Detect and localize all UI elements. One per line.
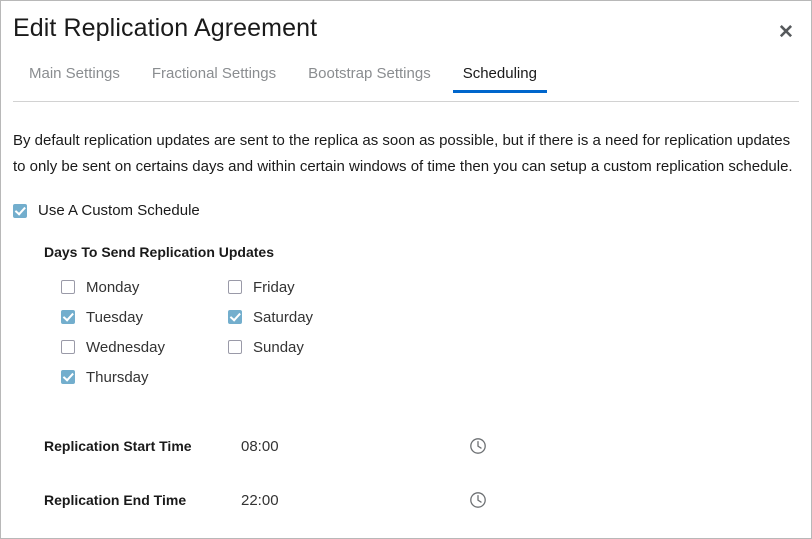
day-label-sunday: Sunday bbox=[253, 338, 304, 356]
time-settings: Replication Start Time 08:00 Replication… bbox=[44, 419, 799, 527]
use-custom-schedule-checkbox[interactable] bbox=[13, 203, 27, 218]
checkbox-sunday[interactable] bbox=[228, 340, 242, 354]
days-group-heading: Days To Send Replication Updates bbox=[44, 244, 275, 260]
checkbox-monday[interactable] bbox=[61, 280, 75, 294]
day-label-monday: Monday bbox=[86, 278, 140, 296]
day-label-tuesday: Tuesday bbox=[86, 308, 143, 326]
day-row-thursday[interactable]: Thursday bbox=[61, 362, 228, 392]
days-to-send-updates-group: Days To Send Replication Updates Monday … bbox=[44, 244, 799, 392]
tab-scheduling[interactable]: Scheduling bbox=[447, 59, 553, 93]
checkbox-tuesday[interactable] bbox=[61, 310, 75, 324]
dialog-body: By default replication updates are sent … bbox=[1, 128, 811, 527]
checkbox-saturday[interactable] bbox=[228, 310, 242, 324]
replication-start-time-row: Replication Start Time 08:00 bbox=[44, 419, 799, 473]
replication-start-time-value[interactable]: 08:00 bbox=[241, 438, 469, 455]
use-custom-schedule-label: Use A Custom Schedule bbox=[38, 202, 200, 219]
replication-end-time-value[interactable]: 22:00 bbox=[241, 492, 469, 509]
day-label-saturday: Saturday bbox=[253, 308, 314, 326]
days-column-one: Monday Tuesday Wednesday Thursday bbox=[44, 272, 228, 392]
tab-bar: Main Settings Fractional Settings Bootst… bbox=[13, 59, 799, 102]
replication-end-time-row: Replication End Time 22:00 bbox=[44, 473, 799, 527]
dialog-header: Edit Replication Agreement ✕ bbox=[1, 1, 811, 59]
days-column-two: Friday Saturday Sunday bbox=[228, 272, 412, 392]
edit-replication-agreement-dialog: Edit Replication Agreement ✕ Main Settin… bbox=[0, 0, 812, 539]
use-custom-schedule-row[interactable]: Use A Custom Schedule bbox=[13, 202, 799, 219]
checkbox-thursday[interactable] bbox=[61, 370, 75, 384]
day-row-sunday[interactable]: Sunday bbox=[228, 332, 412, 362]
days-columns: Monday Tuesday Wednesday Thursday Friday… bbox=[44, 272, 799, 392]
checkbox-friday[interactable] bbox=[228, 280, 242, 294]
close-icon[interactable]: ✕ bbox=[775, 21, 797, 43]
page-title: Edit Replication Agreement bbox=[13, 14, 318, 42]
tab-main-settings[interactable]: Main Settings bbox=[13, 59, 136, 92]
day-label-wednesday: Wednesday bbox=[86, 338, 165, 356]
checkbox-wednesday[interactable] bbox=[61, 340, 75, 354]
day-row-saturday[interactable]: Saturday bbox=[228, 302, 412, 332]
replication-start-time-label: Replication Start Time bbox=[44, 438, 192, 454]
scheduling-description: By default replication updates are sent … bbox=[13, 132, 793, 175]
clock-icon[interactable] bbox=[469, 491, 487, 509]
day-row-wednesday[interactable]: Wednesday bbox=[61, 332, 228, 362]
day-label-friday: Friday bbox=[253, 278, 295, 296]
tab-bootstrap-settings[interactable]: Bootstrap Settings bbox=[292, 59, 447, 92]
replication-end-time-label: Replication End Time bbox=[44, 492, 187, 508]
day-row-friday[interactable]: Friday bbox=[228, 272, 412, 302]
day-row-monday[interactable]: Monday bbox=[61, 272, 228, 302]
clock-icon[interactable] bbox=[469, 437, 487, 455]
day-row-tuesday[interactable]: Tuesday bbox=[61, 302, 228, 332]
day-label-thursday: Thursday bbox=[86, 368, 149, 386]
tab-fractional-settings[interactable]: Fractional Settings bbox=[136, 59, 292, 92]
